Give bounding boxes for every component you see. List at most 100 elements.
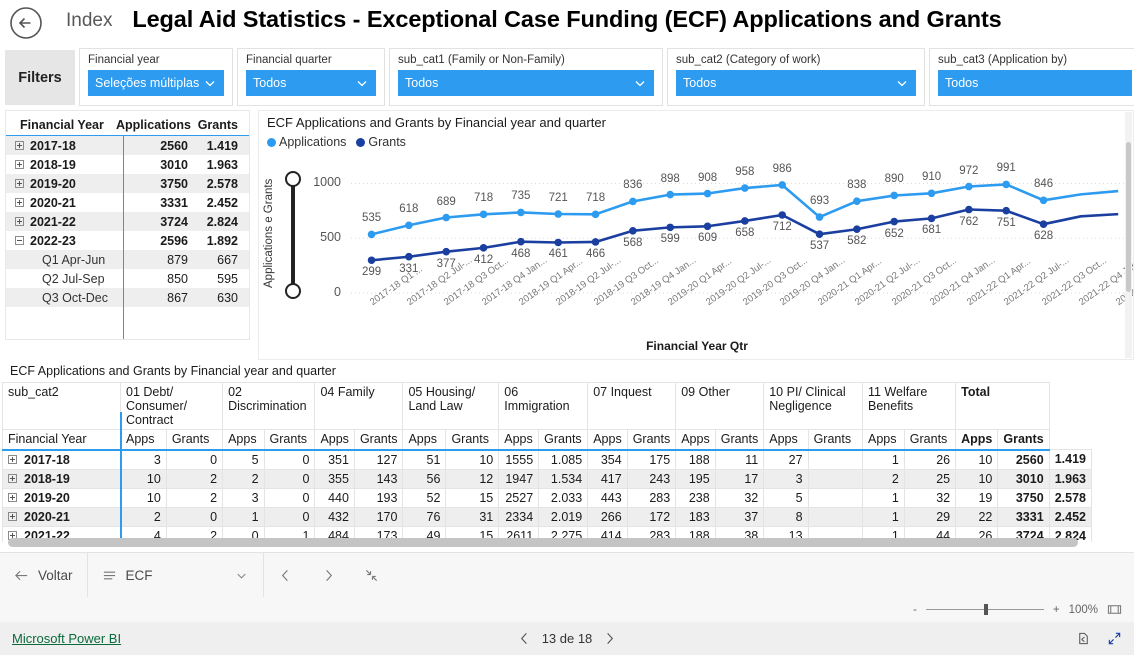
data-point[interactable] [778,211,786,219]
data-point[interactable] [666,223,674,232]
slicer-sub-cat3[interactable]: sub_cat3 (Application by) Todos [929,48,1134,106]
data-point[interactable] [853,225,861,234]
matrix-measure-header[interactable]: Apps [498,429,540,451]
matrix-row-header-label[interactable]: Financial Year [2,429,121,451]
data-point[interactable] [367,256,376,265]
data-point[interactable] [554,210,562,218]
matrix-measure-header[interactable]: Apps [314,429,355,451]
data-point[interactable] [965,205,973,214]
matrix-group-header[interactable]: 01 Debt/ Consumer/ Contract [119,382,224,430]
matrix-horizontal-scrollbar[interactable] [8,538,1090,547]
data-point[interactable] [629,226,637,235]
expand-icon[interactable] [15,217,24,226]
table-row[interactable]: 2021-22 3724 2.824 [6,212,249,231]
data-point[interactable] [479,210,488,219]
data-point[interactable] [591,210,600,219]
table-row[interactable]: 2018-19 10 2 2 0 355 143 56 12 1947 1.534 417 243 195… [2,468,1092,489]
data-point[interactable] [890,191,898,200]
data-point[interactable] [1039,196,1048,205]
matrix-measure-header[interactable]: Grants [353,429,404,451]
data-point[interactable] [405,221,413,230]
matrix-measure-header[interactable]: Grants [714,429,765,451]
matrix-group-header[interactable]: 06 Immigration [498,382,589,430]
slicer-dropdown[interactable]: Seleções múltiplas [88,70,224,96]
data-point[interactable] [629,197,637,206]
slicer-sub-cat1[interactable]: sub_cat1 (Family or Non-Family) Todos [389,48,663,106]
matrix-measure-header[interactable]: Grants [263,429,316,451]
previous-page-button[interactable] [264,553,307,598]
table-row[interactable]: Q2 Jul-Sep 850 595 [6,269,249,288]
scrollbar-thumb[interactable] [1126,142,1131,292]
expand-icon[interactable] [15,160,24,169]
data-point[interactable] [815,230,824,238]
share-report-icon[interactable] [1076,631,1091,646]
data-point[interactable] [517,237,525,246]
data-point[interactable] [405,252,413,261]
slicer-dropdown[interactable]: Todos [676,70,916,96]
expand-icon[interactable] [8,492,17,502]
slicer-sub-cat2[interactable]: sub_cat2 (Category of work) Todos [667,48,925,106]
data-point[interactable] [1002,180,1010,189]
matrix-measure-header[interactable]: Apps [955,429,999,451]
data-point[interactable] [890,217,898,226]
data-point[interactable] [442,213,450,222]
data-point[interactable] [517,208,525,217]
legend-item-applications[interactable]: Applications [267,135,346,149]
fit-to-screen-button[interactable] [350,553,393,598]
matrix-group-header[interactable]: 07 Inquest [587,382,677,430]
matrix-measure-header[interactable]: Grants [903,429,957,451]
zoom-slider[interactable] [925,603,1044,615]
matrix-measure-header[interactable]: Apps [675,429,716,451]
zoom-in-button[interactable]: + [1053,604,1060,616]
table-row[interactable]: Q1 Apr-Jun 879 667 [6,250,249,269]
data-point[interactable] [554,238,562,247]
matrix-measure-header[interactable]: Grants [165,429,224,451]
column-header-grants[interactable]: Grants [188,118,238,132]
matrix-measure-header[interactable]: Grants [807,429,864,451]
matrix-measure-header[interactable]: Apps [763,429,809,451]
matrix-measure-header[interactable]: Grants [997,429,1050,451]
column-header-financial-year[interactable]: Financial Year [12,118,116,132]
matrix-group-header[interactable]: 02 Discrimination [222,382,316,430]
matrix-measure-header[interactable]: Grants [445,429,500,451]
chevron-left-icon[interactable] [517,631,532,646]
matrix-measure-header[interactable]: Apps [587,429,628,451]
table-row[interactable]: 2022-23 2596 1.892 [6,231,249,250]
slicer-dropdown[interactable]: Todos [938,70,1132,96]
data-point[interactable] [703,222,712,231]
chevron-right-icon[interactable] [602,631,617,646]
data-point[interactable] [853,197,861,205]
page-selector[interactable]: ECF [88,553,263,598]
fit-page-icon[interactable] [1107,602,1122,617]
matrix-group-header[interactable]: 11 Welfare Benefits [862,382,957,430]
matrix-measure-header[interactable]: Grants [538,429,589,451]
column-header-applications[interactable]: Applications [116,118,191,132]
slicer-financial-year[interactable]: Financial year Seleções múltiplas [79,48,233,106]
next-page-button[interactable] [307,553,350,598]
slicer-dropdown[interactable]: Todos [398,70,654,96]
data-point[interactable] [778,181,786,189]
table-row[interactable]: 2020-21 2 0 1 0 432 170 76 31 2334 2.019 266 172 183 3… [2,506,1092,527]
slicer-dropdown[interactable]: Todos [246,70,376,96]
matrix-group-header[interactable]: 10 PI/ Clinical Negligence [763,382,864,430]
matrix-measure-header[interactable]: Apps [222,429,265,451]
expand-icon[interactable] [15,141,24,150]
chart-vertical-scrollbar[interactable] [1125,112,1132,358]
expand-icon[interactable] [15,179,24,188]
scrollbar-thumb[interactable] [8,538,1078,547]
matrix-measure-header[interactable]: Grants [626,429,677,451]
table-row[interactable]: 2019-20 3750 2.578 [6,174,249,193]
table-row[interactable]: 2017-18 2560 1.419 [6,136,249,155]
zoom-slider-knob[interactable] [983,603,988,615]
data-point[interactable] [367,230,376,239]
data-point[interactable] [927,214,936,223]
matrix-measure-header[interactable]: Apps [402,429,447,451]
slider-knob-top[interactable] [285,171,301,187]
back-button[interactable]: Voltar [0,553,87,598]
matrix-group-header[interactable]: 05 Housing/ Land Law [402,382,500,430]
slicer-financial-quarter[interactable]: Financial quarter Todos [237,48,385,106]
slider-knob-bottom[interactable] [285,283,301,299]
matrix-group-header[interactable]: Total [955,382,1050,430]
matrix-measure-header[interactable]: Apps [120,429,167,451]
legend-item-grants[interactable]: Grants [356,135,406,149]
